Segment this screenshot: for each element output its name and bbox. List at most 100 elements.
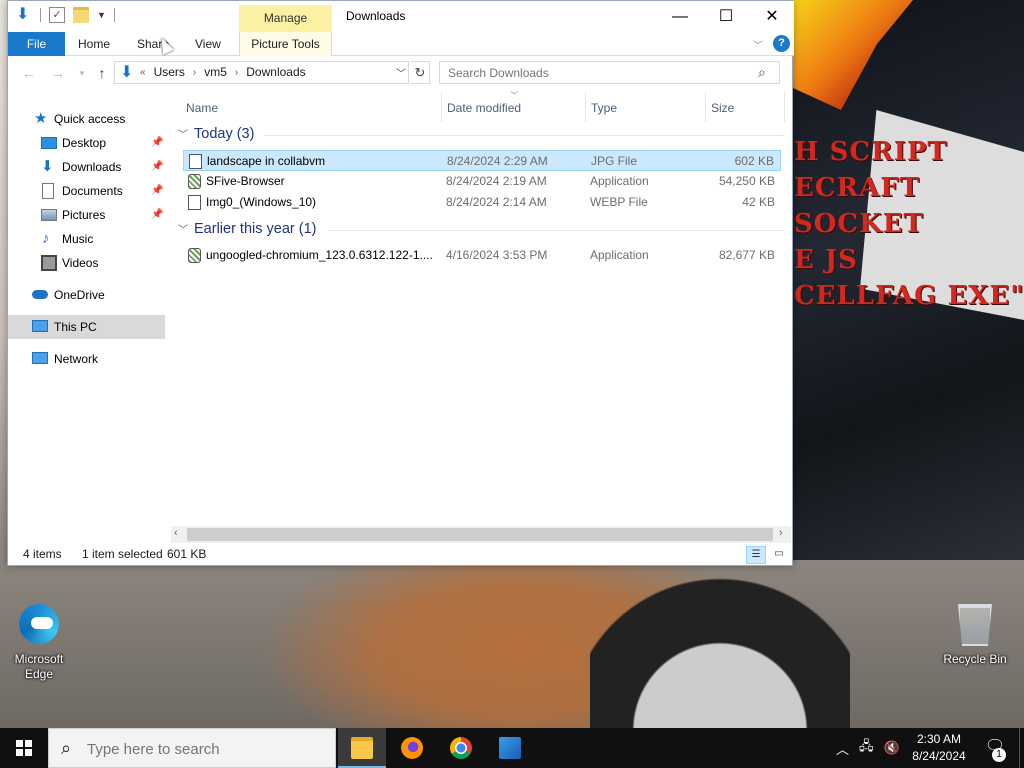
refresh-icon[interactable]: ↻: [411, 61, 430, 84]
scroll-left-icon[interactable]: ‹: [174, 527, 178, 539]
clock[interactable]: 2:30 AM 8/24/2024: [906, 731, 972, 765]
search-icon[interactable]: ⌕: [758, 64, 766, 81]
column-divider[interactable]: [784, 92, 785, 122]
nav-item-this-pc[interactable]: This PC: [8, 315, 165, 339]
computer-icon: [32, 320, 48, 332]
back-arrow-icon[interactable]: ←: [19, 64, 39, 82]
tab-home[interactable]: Home: [78, 32, 110, 56]
search-input[interactable]: [440, 62, 740, 83]
taskbar-app-chromium[interactable]: [437, 728, 485, 768]
edge-icon: [19, 604, 59, 648]
horizontal-scrollbar[interactable]: ‹ ›: [171, 526, 791, 543]
file-row[interactable]: SFive-Browser 8/24/2024 2:19 AM Applicat…: [183, 171, 781, 192]
pin-icon[interactable]: 📌: [151, 179, 163, 203]
file-row[interactable]: landscape in collabvm 8/24/2024 2:29 AM …: [183, 150, 781, 171]
breadcrumb-separator-icon[interactable]: ›: [235, 62, 238, 83]
breadcrumb-separator-icon[interactable]: ›: [193, 62, 196, 83]
column-divider[interactable]: [705, 92, 706, 122]
download-arrow-icon[interactable]: ⬇: [16, 7, 32, 23]
file-row[interactable]: Img0_(Windows_10) 8/24/2024 2:14 AM WEBP…: [183, 192, 781, 213]
desktop-icon-label: Recycle Bin: [943, 652, 1007, 666]
music-note-icon: ♪: [42, 230, 50, 247]
network-status-icon[interactable]: 🖧: [859, 737, 874, 759]
maximize-button[interactable]: ☐: [703, 1, 749, 32]
tab-view[interactable]: View: [195, 32, 221, 56]
collapse-chevron-icon[interactable]: ﹀: [178, 225, 188, 236]
breadcrumb: « Users › vm5 › Downloads: [140, 62, 306, 83]
image-file-icon: [188, 195, 201, 210]
tab-picture-tools[interactable]: Picture Tools: [239, 32, 332, 56]
volume-muted-icon[interactable]: 🔇: [884, 740, 900, 756]
file-date: 8/24/2024 2:19 AM: [446, 174, 547, 188]
expand-ribbon-chevron-icon[interactable]: ﹀: [753, 37, 763, 52]
dropdown-icon[interactable]: ▼: [97, 10, 106, 20]
nav-item-documents[interactable]: Documents 📌: [8, 179, 165, 203]
nav-item-downloads[interactable]: ⬇ Downloads 📌: [8, 155, 165, 179]
recent-locations-chevron-icon[interactable]: ▾: [72, 64, 92, 82]
help-icon[interactable]: ?: [773, 35, 790, 52]
status-selection: 1 item selected: [82, 547, 163, 561]
breadcrumb-item[interactable]: vm5: [204, 62, 227, 83]
taskbar-search[interactable]: ⌕: [48, 728, 336, 768]
column-divider[interactable]: [585, 92, 586, 122]
file-row[interactable]: ungoogled-chromium_123.0.6312.122-1.... …: [183, 245, 781, 266]
close-button[interactable]: ✕: [749, 1, 795, 32]
large-icons-view-icon[interactable]: ▭: [770, 546, 788, 564]
collapse-chevron-icon[interactable]: ﹀: [178, 130, 188, 141]
nav-item-music[interactable]: ♪ Music: [8, 227, 165, 251]
title-bar[interactable]: ⬇ ✓ ▼ Manage Downloads — ☐ ✕: [8, 1, 794, 32]
checkbox-icon[interactable]: ✓: [49, 7, 65, 23]
group-header-today[interactable]: ﹀ Today (3): [178, 123, 254, 145]
status-item-count: 4 items: [23, 547, 62, 561]
search-box[interactable]: ⌕: [439, 61, 780, 84]
group-header-earlier[interactable]: ﹀ Earlier this year (1): [178, 218, 316, 240]
breadcrumb-item[interactable]: Downloads: [246, 62, 305, 83]
taskbar-app-file-explorer[interactable]: [338, 728, 386, 768]
nav-item-label: Videos: [62, 256, 99, 270]
address-bar[interactable]: ⬇ « Users › vm5 › Downloads ﹀: [114, 61, 409, 84]
file-name: SFive-Browser: [206, 174, 285, 188]
nav-item-desktop[interactable]: Desktop 📌: [8, 131, 165, 155]
nav-item-label: Music: [62, 232, 94, 246]
pin-icon[interactable]: 📌: [151, 155, 163, 179]
breadcrumb-item[interactable]: Users: [154, 62, 185, 83]
group-label: Earlier this year (1): [194, 221, 317, 237]
column-header-type[interactable]: Type: [591, 96, 617, 120]
cloud-icon: [32, 290, 48, 299]
file-size: 602 KB: [734, 154, 774, 168]
nav-item-onedrive[interactable]: OneDrive: [8, 283, 165, 307]
column-divider[interactable]: [441, 92, 442, 122]
address-history-dropdown-icon[interactable]: ﹀: [396, 65, 406, 80]
breadcrumb-overflow[interactable]: «: [140, 62, 146, 83]
file-type: Application: [590, 248, 649, 262]
minimize-button[interactable]: —: [657, 1, 703, 32]
overlay-line: SOCKET: [794, 209, 924, 239]
desktop-icon-edge[interactable]: Microsoft Edge: [0, 604, 78, 682]
forward-arrow-icon[interactable]: →: [48, 64, 68, 82]
group-divider: [328, 230, 784, 231]
tab-file[interactable]: File: [8, 32, 65, 56]
recycle-bin-icon: [955, 604, 995, 648]
scroll-right-icon[interactable]: ›: [779, 527, 783, 539]
show-desktop-button[interactable]: [1019, 728, 1024, 768]
column-header-size[interactable]: Size: [711, 96, 734, 120]
nav-item-quick-access[interactable]: ★ Quick access: [8, 107, 165, 131]
show-hidden-icons-chevron-icon[interactable]: ︿: [836, 739, 849, 758]
desktop-icon-recycle-bin[interactable]: Recycle Bin: [936, 604, 1014, 666]
column-header-name[interactable]: Name: [186, 96, 218, 120]
taskbar-app-firefox[interactable]: [388, 728, 436, 768]
start-button[interactable]: [0, 728, 48, 768]
desktop-icon-label: Microsoft Edge: [14, 652, 64, 681]
folder-icon[interactable]: [73, 7, 89, 23]
pin-icon[interactable]: 📌: [151, 131, 163, 155]
taskbar-app-photos[interactable]: [486, 728, 534, 768]
taskbar-search-input[interactable]: [87, 738, 327, 760]
scrollbar-thumb[interactable]: [187, 528, 773, 541]
nav-item-network[interactable]: Network: [8, 347, 165, 371]
windows-logo-icon: [16, 740, 32, 756]
nav-item-pictures[interactable]: Pictures 📌: [8, 203, 165, 227]
up-arrow-icon[interactable]: ↑: [92, 64, 112, 82]
nav-item-videos[interactable]: Videos: [8, 251, 165, 275]
pin-icon[interactable]: 📌: [151, 203, 163, 227]
details-view-icon[interactable]: ☰: [746, 546, 766, 564]
